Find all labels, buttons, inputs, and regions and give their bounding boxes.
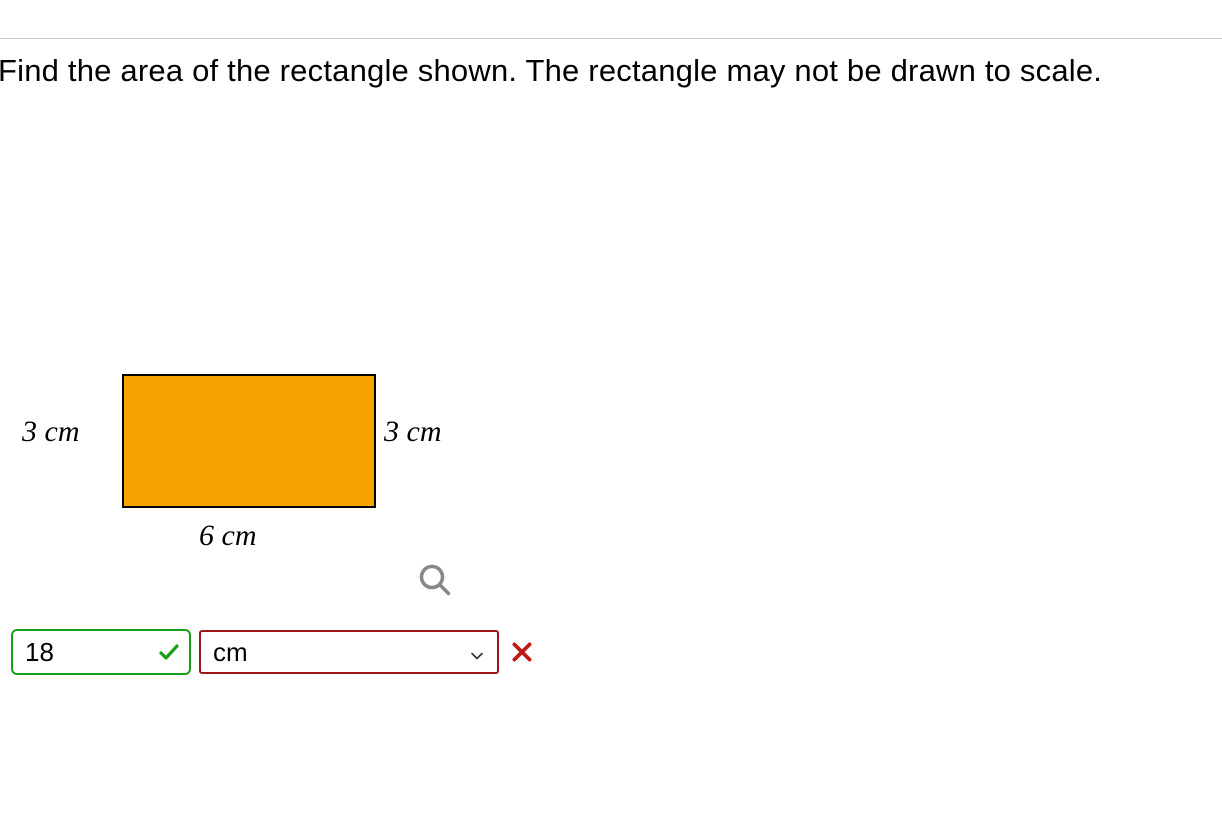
- unit-selected-value: cm: [213, 637, 248, 668]
- answer-value: 18: [25, 637, 54, 668]
- question-content: Find the area of the rectangle shown. Th…: [0, 39, 1222, 815]
- dimension-label-bottom: 6 cm: [199, 519, 256, 553]
- cross-icon: [509, 639, 535, 665]
- rectangle-shape: [122, 374, 376, 508]
- dimension-label-right: 3 cm: [384, 415, 441, 449]
- check-icon: [157, 640, 181, 664]
- dimension-label-left: 3 cm: [22, 415, 79, 449]
- figure-area: 3 cm 3 cm 6 cm 18 cm: [22, 369, 1222, 669]
- unit-select[interactable]: cm: [199, 630, 499, 674]
- answer-input[interactable]: 18: [11, 629, 191, 675]
- chevron-down-icon: [467, 642, 487, 662]
- magnify-icon[interactable]: [417, 562, 453, 598]
- question-text: Find the area of the rectangle shown. Th…: [0, 53, 1222, 89]
- answer-row: 18 cm: [11, 629, 535, 675]
